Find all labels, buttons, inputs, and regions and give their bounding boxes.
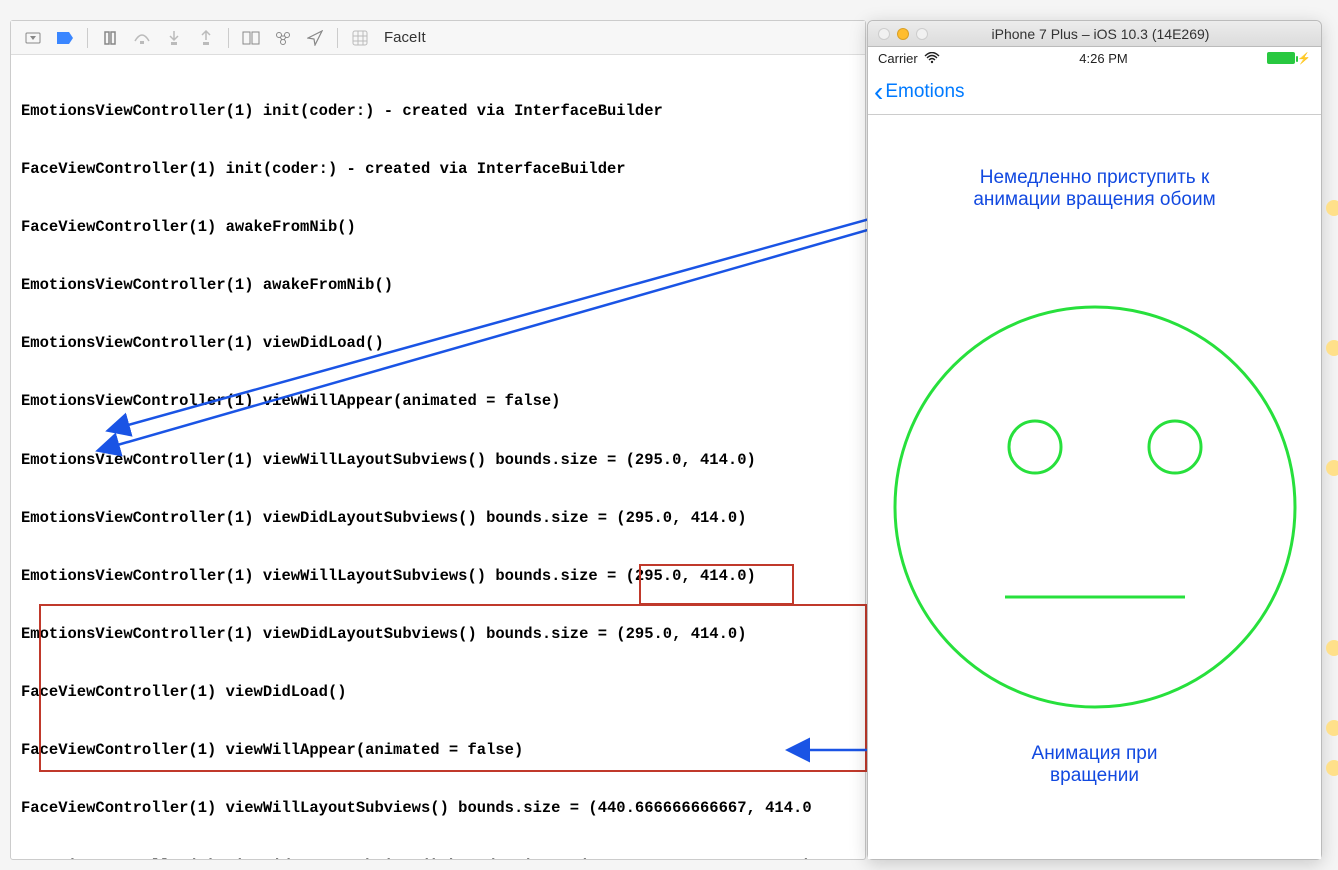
traffic-lights	[878, 28, 928, 40]
console-line: EmotionsViewController(1) viewDidLayoutS…	[21, 625, 855, 644]
annotation-text: Анимация при вращении	[868, 743, 1321, 787]
crumb-icon	[1326, 340, 1338, 356]
console-line: EmotionsViewController(1) viewDidLayoutS…	[21, 509, 855, 528]
console-line: FaceViewController(1) viewWillLayoutSubv…	[21, 799, 855, 818]
simulator-title: iPhone 7 Plus – iOS 10.3 (14E269)	[940, 26, 1311, 42]
step-over-icon	[133, 31, 151, 45]
step-out-icon	[200, 30, 212, 46]
memory-graph-button[interactable]	[269, 26, 297, 50]
scheme-label: FaceIt	[378, 29, 426, 46]
navigation-bar: ‹ Emotions	[868, 69, 1321, 115]
console-line: FaceViewController(1) awakeFromNib()	[21, 218, 855, 237]
console-line: FaceViewController(1) init(coder:) - cre…	[21, 160, 855, 179]
annotation-text: Немедленно приступить к анимации вращени…	[868, 167, 1321, 211]
clock-label: 4:26 PM	[1079, 51, 1127, 66]
back-button-label[interactable]: Emotions	[885, 81, 964, 103]
console-line: FaceViewController(1) viewDidLayoutSubvi…	[21, 857, 855, 859]
zoom-icon[interactable]	[916, 28, 928, 40]
charging-icon: ⚡	[1297, 52, 1311, 65]
memory-graph-icon	[274, 31, 292, 45]
location-button[interactable]	[301, 26, 329, 50]
crumb-icon	[1326, 200, 1338, 216]
side-crumbs	[1324, 160, 1338, 840]
simulator-screen: Carrier 4:26 PM ⚡ ‹ Emotions Немедленно …	[868, 47, 1321, 859]
crumb-icon	[1326, 460, 1338, 476]
step-out-button[interactable]	[192, 26, 220, 50]
bookmark-button[interactable]	[51, 26, 79, 50]
step-into-icon	[168, 30, 180, 46]
bookmark-icon	[56, 31, 74, 45]
console-pane: FaceIt EmotionsViewController(1) init(co…	[10, 20, 866, 860]
face-view	[885, 297, 1305, 717]
carrier-label: Carrier	[878, 51, 918, 66]
crumb-icon	[1326, 640, 1338, 656]
step-over-button[interactable]	[128, 26, 156, 50]
annotation-line: вращении	[1050, 765, 1139, 786]
crumb-icon	[1326, 760, 1338, 776]
grid-icon	[352, 30, 368, 46]
console-line: EmotionsViewController(1) awakeFromNib()	[21, 276, 855, 295]
console-line: FaceViewController(1) viewWillAppear(ani…	[21, 741, 855, 760]
scheme-icon-button[interactable]	[346, 26, 374, 50]
wifi-icon	[924, 52, 940, 64]
location-icon	[307, 30, 323, 46]
back-chevron-icon[interactable]: ‹	[874, 78, 883, 106]
pause-icon	[103, 31, 117, 45]
simulator-titlebar: iPhone 7 Plus – iOS 10.3 (14E269)	[868, 21, 1321, 47]
separator	[87, 28, 88, 48]
console-output[interactable]: EmotionsViewController(1) init(coder:) -…	[11, 55, 865, 859]
dropdown-button[interactable]	[19, 26, 47, 50]
annotation-line: Анимация при	[1032, 743, 1158, 764]
console-line: EmotionsViewController(1) viewWillAppear…	[21, 392, 855, 411]
console-line: EmotionsViewController(1) viewWillLayout…	[21, 451, 855, 470]
annotation-line: анимации вращения обоим	[973, 189, 1215, 210]
pause-button[interactable]	[96, 26, 124, 50]
console-line: EmotionsViewController(1) viewDidLoad()	[21, 334, 855, 353]
close-icon[interactable]	[878, 28, 890, 40]
battery-icon	[1267, 52, 1295, 64]
dropdown-icon	[25, 32, 41, 44]
debug-view-icon	[242, 31, 260, 45]
console-line: EmotionsViewController(1) viewWillLayout…	[21, 567, 855, 586]
crumb-icon	[1326, 720, 1338, 736]
annotation-line: Немедленно приступить к	[980, 167, 1210, 188]
separator	[337, 28, 338, 48]
simulator-window: iPhone 7 Plus – iOS 10.3 (14E269) Carrie…	[867, 20, 1322, 860]
separator	[228, 28, 229, 48]
debug-view-button[interactable]	[237, 26, 265, 50]
console-line: EmotionsViewController(1) init(coder:) -…	[21, 102, 855, 121]
status-bar: Carrier 4:26 PM ⚡	[868, 47, 1321, 69]
step-into-button[interactable]	[160, 26, 188, 50]
minimize-icon[interactable]	[897, 28, 909, 40]
console-toolbar: FaceIt	[11, 21, 865, 55]
console-line: FaceViewController(1) viewDidLoad()	[21, 683, 855, 702]
